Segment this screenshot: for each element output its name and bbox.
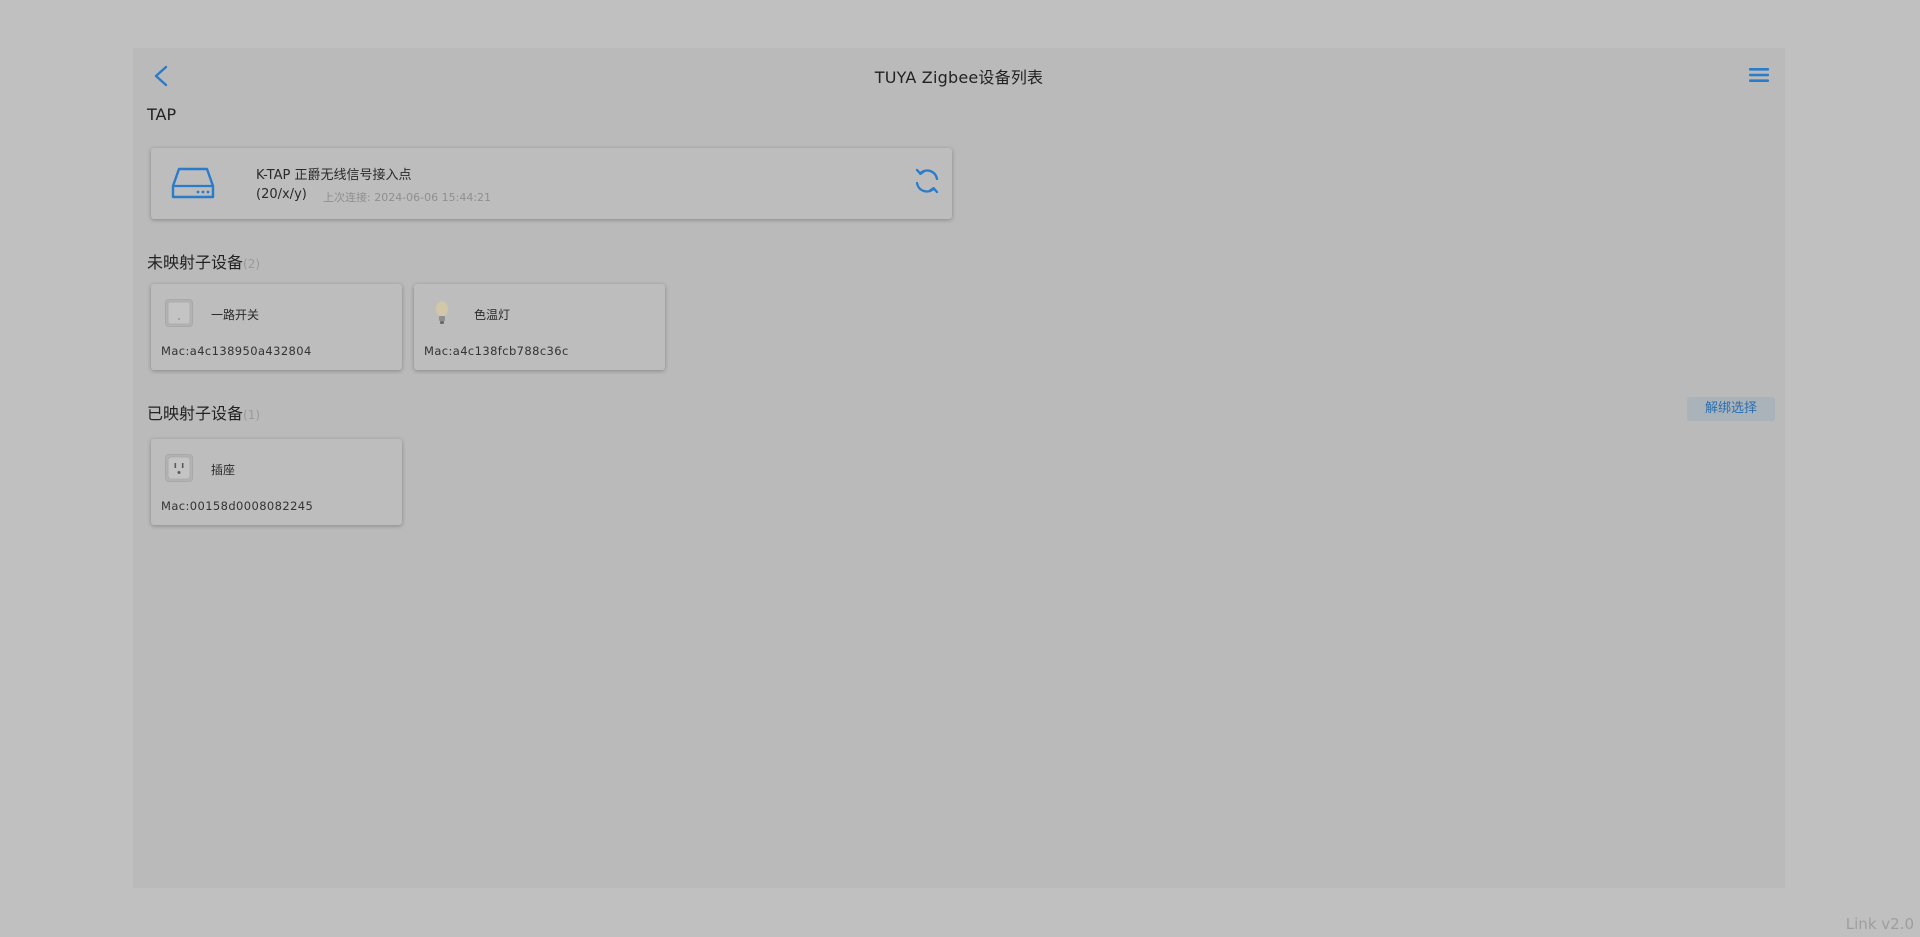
socket-icon xyxy=(165,454,193,482)
unbind-selected-button[interactable]: 解绑选择 xyxy=(1687,397,1775,421)
tap-name: K-TAP 正爵无线信号接入点 xyxy=(256,168,412,183)
device-name: 插座 xyxy=(211,463,236,477)
router-icon xyxy=(171,167,215,199)
device-name: 色温灯 xyxy=(474,308,511,322)
device-name: 一路开关 xyxy=(211,308,260,322)
unmapped-section-title: 未映射子设备(2) xyxy=(147,249,260,273)
page-title: TUYA Zigbee设备列表 xyxy=(874,68,1044,87)
refresh-icon xyxy=(915,168,939,194)
tap-id: (20/x/y) xyxy=(256,187,307,202)
bulb-icon xyxy=(428,299,456,327)
device-mac: Mac:a4c138950a432804 xyxy=(161,344,312,358)
device-card[interactable]: 一路开关 Mac:a4c138950a432804 xyxy=(151,284,402,370)
device-card[interactable]: 插座 Mac:00158d0008082245 xyxy=(151,439,402,525)
tap-section-title: TAP xyxy=(147,105,177,124)
device-mac: Mac:a4c138fcb788c36c xyxy=(424,344,569,358)
device-mac: Mac:00158d0008082245 xyxy=(161,499,314,513)
switch-icon xyxy=(165,299,193,327)
header: TUYA Zigbee设备列表 xyxy=(133,48,1785,102)
tap-card[interactable]: K-TAP 正爵无线信号接入点 (20/x/y) 上次连接: 2024-06-0… xyxy=(151,148,952,219)
mapped-count: (1) xyxy=(243,408,261,422)
device-card[interactable]: 色温灯 Mac:a4c138fcb788c36c xyxy=(414,284,665,370)
hamburger-menu-icon xyxy=(1749,68,1769,82)
mapped-label: 已映射子设备 xyxy=(147,404,244,423)
tap-last-connect: 上次连接: 2024-06-06 15:44:21 xyxy=(323,191,492,204)
version-label: Link v2.0 xyxy=(1845,915,1914,933)
menu-button[interactable] xyxy=(1747,63,1771,87)
mapped-section-title: 已映射子设备(1) xyxy=(147,400,260,424)
unmapped-count: (2) xyxy=(243,257,261,271)
refresh-button[interactable] xyxy=(912,166,942,196)
unmapped-label: 未映射子设备 xyxy=(147,253,244,272)
device-list-panel: TUYA Zigbee设备列表 TAP K-TAP 正爵无线信号接入点 (20/… xyxy=(133,48,1785,888)
